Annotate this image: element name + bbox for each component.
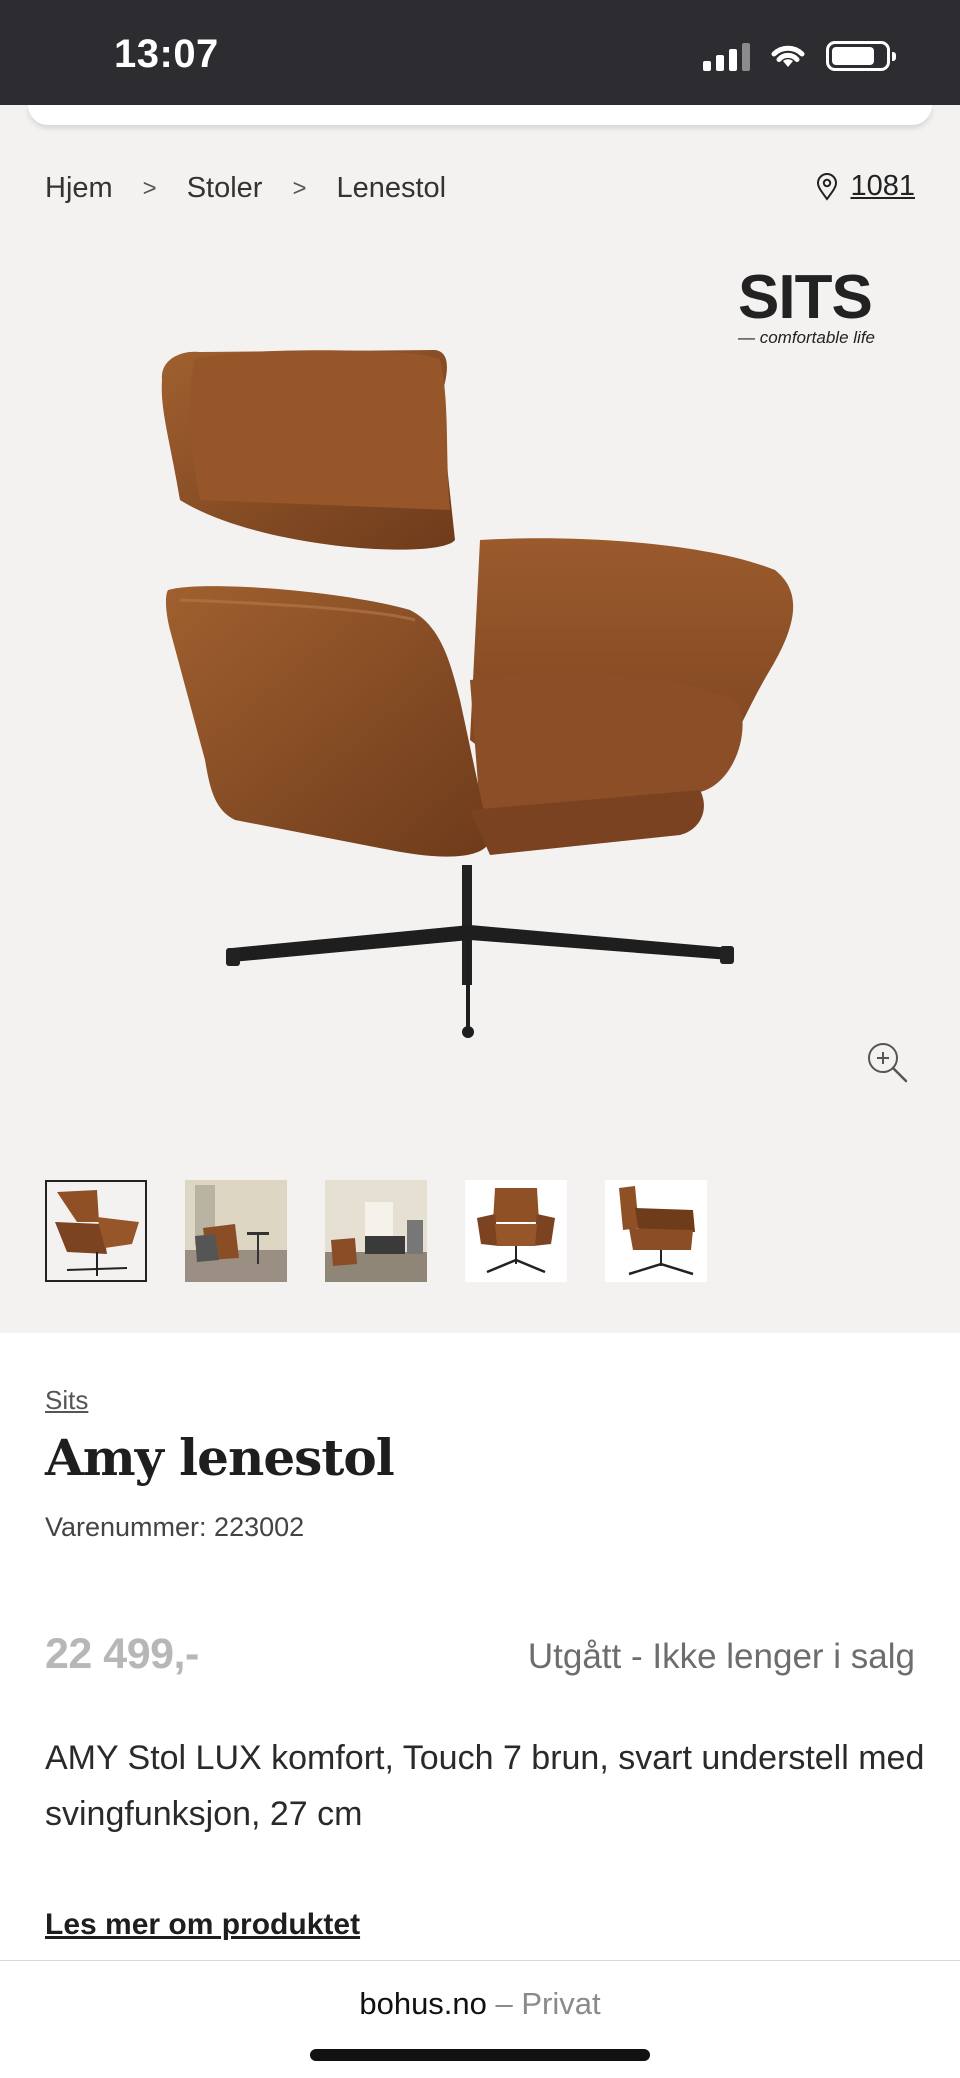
- breadcrumb-lenestol[interactable]: Lenestol: [336, 172, 446, 205]
- battery-icon: [826, 41, 896, 71]
- url-domain: bohus.no: [359, 1986, 487, 2021]
- status-time: 13:07: [114, 32, 219, 76]
- url-text[interactable]: bohus.no – Privat: [0, 1986, 960, 2022]
- availability-status: Utgått - Ikke lenger i salg: [527, 1637, 915, 1676]
- zoom-in-icon[interactable]: [866, 1041, 908, 1083]
- store-number[interactable]: 1081: [850, 170, 915, 203]
- url-private-label: – Privat: [495, 1986, 601, 2021]
- thumbnail-2[interactable]: [185, 1180, 287, 1282]
- product-sku: Varenummer: 223002: [45, 1512, 305, 1542]
- breadcrumb-stoler[interactable]: Stoler: [187, 172, 263, 205]
- product-title: Amy lenestol: [45, 1428, 395, 1487]
- wifi-icon: [771, 45, 805, 67]
- location-pin-icon: [817, 172, 838, 201]
- chevron-right-icon: >: [142, 174, 157, 202]
- breadcrumb-home[interactable]: Hjem: [45, 172, 113, 205]
- product-image[interactable]: [140, 340, 820, 1040]
- breadcrumb: Hjem > Stoler > Lenestol: [45, 172, 446, 205]
- sits-logo: SITS — comfortable life: [738, 263, 898, 348]
- thumbnail-3[interactable]: [325, 1180, 427, 1282]
- product-price: 22 499,-: [45, 1630, 199, 1678]
- thumbnail-strip: [45, 1180, 707, 1282]
- search-bar-edge[interactable]: [28, 105, 932, 125]
- thumbnail-5[interactable]: [605, 1180, 707, 1282]
- status-bar: 13:07: [0, 0, 960, 105]
- cellular-signal-icon: [703, 41, 750, 71]
- thumbnail-4[interactable]: [465, 1180, 567, 1282]
- chevron-right-icon: >: [292, 174, 307, 202]
- home-indicator[interactable]: [310, 2049, 650, 2061]
- logo-wordmark: SITS: [738, 263, 873, 332]
- status-icons: [703, 38, 896, 74]
- product-description: AMY Stol LUX komfort, Touch 7 brun, svar…: [45, 1739, 925, 1833]
- store-selector[interactable]: 1081: [816, 170, 915, 203]
- read-more-link[interactable]: Les mer om produktet: [45, 1908, 360, 1942]
- thumbnail-1[interactable]: [45, 1180, 147, 1282]
- brand-link[interactable]: Sits: [45, 1385, 88, 1416]
